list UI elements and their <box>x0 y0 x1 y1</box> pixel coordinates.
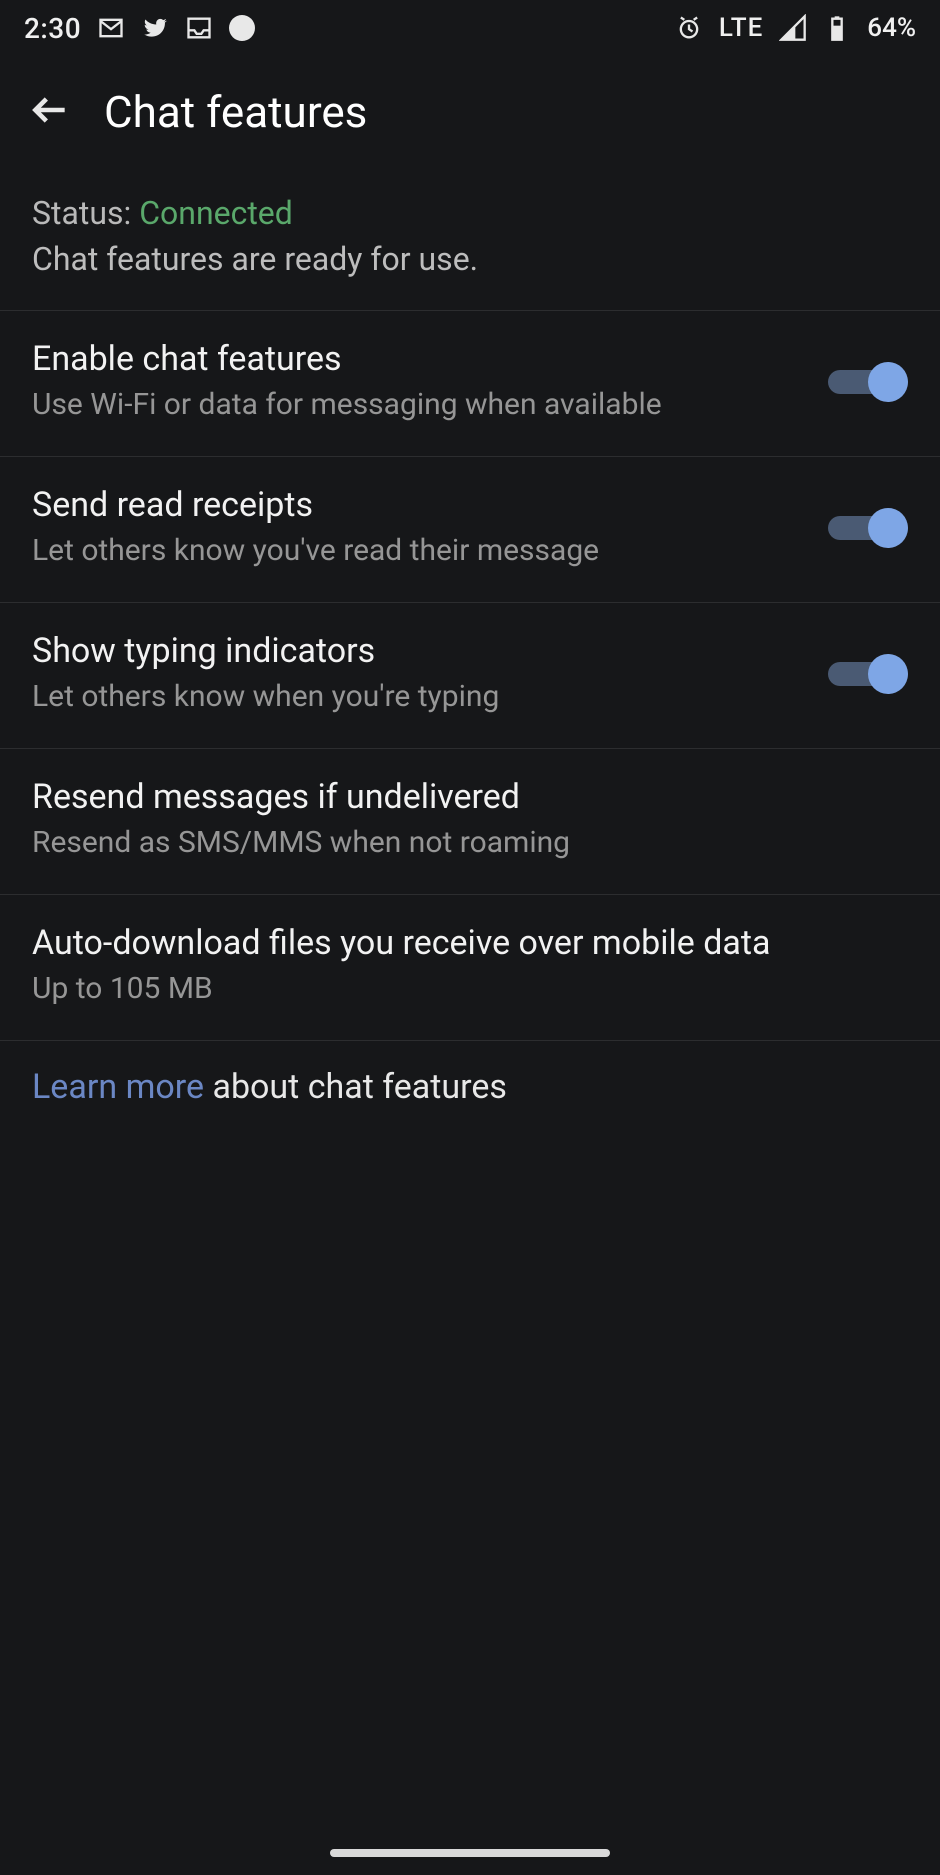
inbox-icon <box>185 14 213 42</box>
status-left: 2:30 <box>24 12 255 45</box>
setting-subtitle: Use Wi-Fi or data for messaging when ava… <box>32 385 804 424</box>
app-icon <box>229 15 255 41</box>
toggle-enable-chat[interactable] <box>828 358 908 406</box>
battery-icon <box>823 14 851 42</box>
toggle-read-receipts[interactable] <box>828 504 908 552</box>
setting-title: Enable chat features <box>32 339 804 379</box>
app-bar: Chat features <box>0 56 940 166</box>
setting-title: Resend messages if undelivered <box>32 777 908 817</box>
learn-more-text: about chat features <box>204 1067 507 1107</box>
learn-more-link[interactable]: Learn more <box>32 1067 204 1107</box>
alarm-icon <box>675 14 703 42</box>
nav-handle[interactable] <box>330 1849 610 1857</box>
status-right: LTE 64% <box>675 13 916 43</box>
toggle-typing-indicators[interactable] <box>828 650 908 698</box>
status-value: Connected <box>139 194 293 232</box>
network-label: LTE <box>719 13 763 43</box>
setting-enable-chat[interactable]: Enable chat features Use Wi-Fi or data f… <box>0 311 940 457</box>
battery-percent: 64% <box>867 13 916 43</box>
setting-title: Show typing indicators <box>32 631 804 671</box>
setting-auto-download[interactable]: Auto-download files you receive over mob… <box>0 895 940 1041</box>
page-title: Chat features <box>104 86 367 138</box>
status-row: Status: Connected Chat features are read… <box>0 166 940 311</box>
setting-title: Send read receipts <box>32 485 804 525</box>
status-label: Status: <box>32 194 139 232</box>
back-button[interactable] <box>28 88 72 136</box>
setting-resend-undelivered[interactable]: Resend messages if undelivered Resend as… <box>0 749 940 895</box>
setting-typing-indicators[interactable]: Show typing indicators Let others know w… <box>0 603 940 749</box>
setting-subtitle: Resend as SMS/MMS when not roaming <box>32 823 908 862</box>
envelope-icon <box>97 14 125 42</box>
status-time: 2:30 <box>24 12 81 45</box>
setting-title: Auto-download files you receive over mob… <box>32 923 908 963</box>
learn-more-row[interactable]: Learn more about chat features <box>0 1041 940 1133</box>
setting-subtitle: Let others know when you're typing <box>32 677 804 716</box>
setting-read-receipts[interactable]: Send read receipts Let others know you'v… <box>0 457 940 603</box>
setting-subtitle: Up to 105 MB <box>32 969 908 1008</box>
signal-icon <box>779 14 807 42</box>
twitter-icon <box>141 14 169 42</box>
settings-list: Status: Connected Chat features are read… <box>0 166 940 1133</box>
setting-subtitle: Let others know you've read their messag… <box>32 531 804 570</box>
status-subtitle: Chat features are ready for use. <box>32 240 908 278</box>
status-bar: 2:30 LTE 64% <box>0 0 940 56</box>
arrow-left-icon <box>28 88 72 132</box>
